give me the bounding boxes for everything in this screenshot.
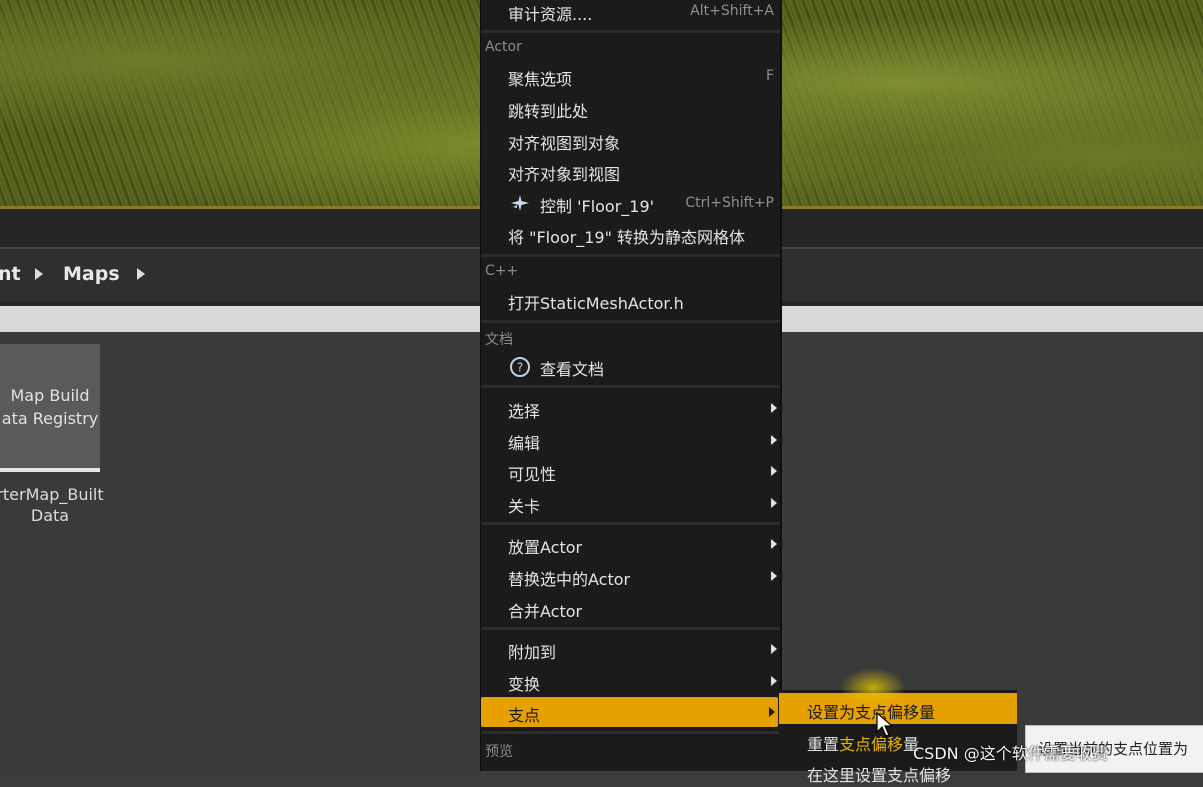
breadcrumb-item-maps[interactable]: Maps bbox=[63, 263, 120, 285]
menu-item-go-here[interactable]: 跳转到此处 bbox=[481, 93, 780, 123]
submenu-arrow-icon bbox=[771, 466, 777, 476]
menu-item-shortcut: Alt+Shift+A bbox=[690, 3, 774, 19]
menu-item-shortcut: F bbox=[765, 68, 774, 84]
menu-item-label: 支点 bbox=[508, 706, 541, 725]
submenu-item-label: 在这里设置支点偏移 bbox=[807, 766, 952, 785]
submenu-arrow-icon bbox=[771, 571, 777, 581]
menu-separator bbox=[481, 320, 780, 323]
watermark: CSDN @这个软件需要收费 bbox=[913, 744, 1108, 763]
submenu-item-label: 重置支点偏移量 bbox=[807, 731, 919, 755]
menu-item-label: 打开StaticMeshActor.h bbox=[508, 294, 684, 313]
menu-item-label: 跳转到此处 bbox=[508, 102, 589, 121]
breadcrumb-separator-icon[interactable] bbox=[137, 268, 145, 280]
menu-item-visibility[interactable]: 可见性 bbox=[481, 456, 780, 486]
section-header-actor: Actor bbox=[485, 39, 522, 55]
menu-item-label: 附加到 bbox=[508, 643, 557, 662]
menu-item-select[interactable]: 选择 bbox=[481, 393, 780, 423]
asset-thumbnail-text: Map Build ata Registry bbox=[0, 384, 100, 430]
submenu-arrow-icon bbox=[771, 539, 777, 549]
asset-label-line: rterMap_Built bbox=[0, 485, 104, 504]
menu-item-label: 关卡 bbox=[508, 497, 541, 516]
submenu-arrow-icon bbox=[769, 707, 775, 717]
menu-item-convert-to-static-mesh[interactable]: 将 "Floor_19" 转换为静态网格体 bbox=[481, 219, 780, 249]
menu-item-label: 选择 bbox=[508, 402, 541, 421]
asset-name-label: rterMap_Built Data bbox=[0, 484, 120, 526]
submenu-arrow-icon bbox=[771, 676, 777, 686]
menu-item-open-header[interactable]: 打开StaticMeshActor.h bbox=[481, 285, 780, 315]
asset-thumb-line: Map Build bbox=[10, 386, 90, 405]
submenu-arrow-icon bbox=[771, 435, 777, 445]
asset-label-line: Data bbox=[30, 506, 70, 525]
menu-item-label: 替换选中的Actor bbox=[508, 570, 631, 589]
menu-item-attach-to[interactable]: 附加到 bbox=[481, 634, 780, 664]
menu-separator bbox=[481, 731, 780, 734]
submenu-arrow-icon bbox=[771, 498, 777, 508]
menu-item-label: 编辑 bbox=[508, 434, 541, 453]
asset-thumb-line: ata Registry bbox=[1, 409, 99, 428]
svg-text:?: ? bbox=[517, 361, 523, 375]
menu-item-label: 对齐对象到视图 bbox=[508, 165, 621, 184]
menu-item-shortcut: Ctrl+Shift+P bbox=[685, 195, 774, 211]
menu-item-edit[interactable]: 编辑 bbox=[481, 425, 780, 455]
menu-item-view-docs[interactable]: ? 查看文档 bbox=[481, 351, 780, 381]
breadcrumb-separator-icon[interactable] bbox=[35, 268, 43, 280]
menu-separator bbox=[481, 254, 780, 257]
menu-item-replace-selected-actor[interactable]: 替换选中的Actor bbox=[481, 561, 780, 591]
submenu-arrow-icon bbox=[771, 644, 777, 654]
section-header-preview: 预览 bbox=[485, 744, 513, 760]
label-part: 重置 bbox=[807, 735, 840, 754]
section-header-docs: 文档 bbox=[485, 332, 513, 348]
menu-item-label: 可见性 bbox=[508, 465, 557, 484]
menu-item-place-actor[interactable]: 放置Actor bbox=[481, 529, 780, 559]
menu-separator bbox=[481, 522, 780, 525]
menu-item-label: 查看文档 bbox=[540, 360, 605, 379]
menu-item-pivot[interactable]: 支点 bbox=[481, 697, 778, 727]
menu-item-label: 对齐视图到对象 bbox=[508, 134, 621, 153]
airplane-icon bbox=[509, 193, 531, 213]
menu-item-focus-selection[interactable]: 聚焦选项 F bbox=[481, 61, 780, 91]
menu-item-merge-actors[interactable]: 合并Actor bbox=[481, 593, 780, 623]
menu-item-snap-view-to-object[interactable]: 对齐视图到对象 bbox=[481, 125, 780, 155]
menu-item-pilot-actor[interactable]: 控制 'Floor_19' Ctrl+Shift+P bbox=[481, 188, 780, 218]
menu-item-snap-object-to-view[interactable]: 对齐对象到视图 bbox=[481, 156, 780, 186]
click-highlight-glow bbox=[840, 668, 906, 708]
menu-separator bbox=[481, 627, 780, 630]
menu-item-transform[interactable]: 变换 bbox=[481, 666, 780, 696]
menu-separator bbox=[481, 385, 780, 388]
context-menu: 审计资源.... Alt+Shift+A Actor 聚焦选项 F 跳转到此处 … bbox=[480, 0, 782, 771]
menu-item-audit-assets[interactable]: 审计资源.... Alt+Shift+A bbox=[481, 0, 780, 26]
menu-item-label: 将 "Floor_19" 转换为静态网格体 bbox=[508, 228, 746, 247]
asset-thumbnail[interactable]: Map Build ata Registry bbox=[0, 344, 100, 472]
help-icon: ? bbox=[509, 356, 531, 377]
menu-item-label: 控制 'Floor_19' bbox=[540, 197, 655, 216]
menu-item-label: 变换 bbox=[508, 675, 541, 694]
menu-item-level[interactable]: 关卡 bbox=[481, 488, 780, 518]
menu-item-label: 合并Actor bbox=[508, 602, 583, 621]
menu-item-label: 聚焦选项 bbox=[508, 70, 573, 89]
submenu-arrow-icon bbox=[771, 403, 777, 413]
section-header-cpp: C++ bbox=[485, 263, 519, 279]
menu-item-label: 放置Actor bbox=[508, 538, 583, 557]
mouse-cursor-icon bbox=[876, 711, 894, 742]
menu-separator bbox=[481, 30, 780, 33]
menu-item-label: 审计资源.... bbox=[508, 5, 593, 24]
breadcrumb-item-content[interactable]: nt bbox=[0, 263, 21, 285]
